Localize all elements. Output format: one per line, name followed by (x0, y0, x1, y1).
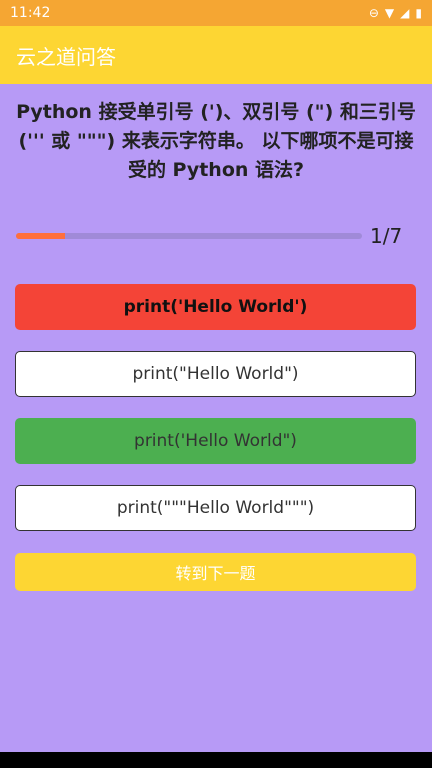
app-bar: 云之道问答 (0, 26, 432, 84)
option-2[interactable]: print("Hello World") (15, 351, 416, 397)
battery-icon: ▮ (415, 6, 422, 20)
status-bar: 11:42 ⊖ ▼ ◢ ▮ (0, 0, 432, 26)
signal-icon: ◢ (400, 6, 410, 20)
option-3[interactable]: print('Hello World") (15, 418, 416, 464)
option-4[interactable]: print("""Hello World""") (15, 485, 416, 531)
wifi-icon: ▼ (384, 6, 395, 20)
question-counter: 1/7 (370, 224, 403, 248)
navigation-bar (0, 752, 432, 768)
option-1[interactable]: print('Hello World') (15, 284, 416, 330)
app-title: 云之道问答 (16, 44, 116, 69)
progress-fill (16, 233, 66, 239)
question-text: Python 接受单引号 (')、双引号 (") 和三引号 (''' 或 """… (16, 101, 416, 181)
status-icons: ⊖ ▼ ◢ ▮ (369, 6, 422, 20)
dnd-icon: ⊖ (368, 6, 379, 20)
status-time: 11:42 (10, 5, 51, 21)
progress-bar (16, 233, 362, 239)
next-question-button[interactable]: 转到下一题 (15, 553, 416, 591)
